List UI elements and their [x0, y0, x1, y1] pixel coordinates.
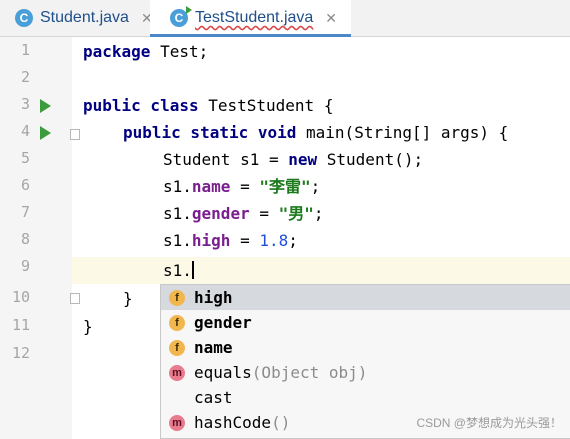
code-line-11: } — [83, 317, 93, 336]
run-class-icon[interactable] — [40, 99, 51, 113]
code-line-1: package Test; — [83, 42, 209, 61]
code-line-4: public static void main(String[] args) { — [123, 123, 509, 142]
completion-item-high[interactable]: f high — [161, 285, 570, 310]
active-tab-indicator — [150, 34, 352, 37]
line-number: 12 — [11, 344, 30, 362]
java-class-icon: C — [15, 9, 33, 27]
code-line-7: s1.gender = "男"; — [163, 204, 324, 223]
tab-label: TestStudent.java — [195, 9, 314, 26]
tab-label: Student.java — [40, 9, 129, 26]
current-line-highlight — [0, 257, 570, 284]
line-number: 8 — [20, 230, 30, 248]
code-line-10: } — [123, 289, 133, 308]
field-icon: f — [169, 314, 185, 331]
line-number: 2 — [20, 68, 30, 86]
line-number: 7 — [20, 203, 30, 221]
line-number: 4 — [20, 122, 30, 140]
line-number: 6 — [20, 176, 30, 194]
method-icon: m — [169, 414, 185, 431]
code-line-3: public class TestStudent { — [83, 96, 334, 115]
code-line-6: s1.name = "李雷"; — [163, 177, 321, 196]
field-icon: f — [169, 289, 185, 306]
fold-marker-icon[interactable] — [70, 129, 80, 140]
completion-item-equals[interactable]: m equals (Object obj) — [161, 360, 570, 385]
line-number: 5 — [20, 149, 30, 167]
line-number: 3 — [20, 95, 30, 113]
editor-tab-bar: C Student.java ✕ C TestStudent.java ✕ — [0, 0, 570, 37]
blank-icon — [169, 390, 185, 406]
code-line-8: s1.high = 1.8; — [163, 231, 298, 250]
fold-marker-icon[interactable] — [70, 293, 80, 304]
completion-item-cast[interactable]: cast — [161, 385, 570, 410]
text-cursor — [191, 261, 194, 279]
tab-student-java[interactable]: C Student.java ✕ — [15, 0, 153, 36]
watermark: CSDN @梦想成为光头强！ — [416, 416, 562, 430]
editor-gutter[interactable]: 1 2 3 4 5 6 7 8 9 10 11 12 — [0, 37, 80, 439]
run-main-icon[interactable] — [40, 126, 51, 140]
completion-item-gender[interactable]: f gender — [161, 310, 570, 335]
line-number: 1 — [20, 41, 30, 59]
line-number: 11 — [11, 316, 30, 334]
field-icon: f — [169, 339, 185, 356]
method-icon: m — [169, 364, 185, 381]
tab-teststudent-java[interactable]: C TestStudent.java ✕ — [150, 0, 352, 37]
line-number: 9 — [20, 257, 30, 275]
java-runnable-class-icon: C — [170, 6, 192, 27]
close-icon[interactable]: ✕ — [325, 10, 337, 27]
completion-item-name[interactable]: f name — [161, 335, 570, 360]
line-number: 10 — [11, 288, 30, 306]
code-line-5: Student s1 = new Student(); — [163, 150, 424, 169]
code-line-9: s1. — [163, 261, 194, 280]
